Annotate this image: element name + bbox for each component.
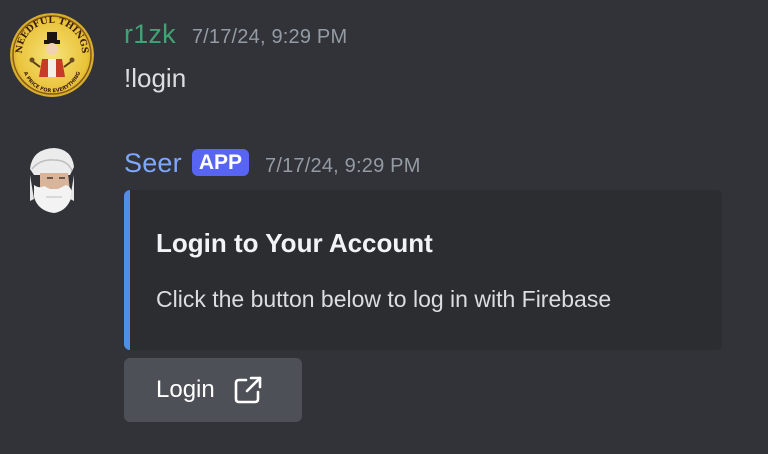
embed-title: Login to Your Account: [156, 228, 433, 258]
external-link-icon: [234, 376, 262, 404]
user-avatar-r1zk[interactable]: NEEDFUL THINGS A PRICE FOR EVERYTHING: [10, 13, 94, 97]
login-button-label: Login: [156, 376, 215, 403]
message-seer: Seer APP 7/17/24, 9:29 PM Login to Your …: [0, 130, 768, 454]
user-avatar-seer[interactable]: [10, 139, 94, 223]
username[interactable]: r1zk: [124, 19, 176, 50]
message-r1zk: NEEDFUL THINGS A PRICE FOR EVERYTHING r1…: [0, 0, 768, 130]
message-header: r1zk 7/17/24, 9:29 PM: [124, 19, 347, 50]
message-header: Seer APP 7/17/24, 9:29 PM: [124, 148, 421, 179]
app-badge: APP: [191, 149, 250, 176]
embed-accent-bar: [124, 190, 130, 350]
message-content: !login: [124, 63, 187, 93]
message-embed: Login to Your Account Click the button b…: [124, 190, 722, 350]
message-timestamp[interactable]: 7/17/24, 9:29 PM: [192, 26, 348, 49]
username[interactable]: Seer: [124, 148, 182, 179]
chat-message-list: NEEDFUL THINGS A PRICE FOR EVERYTHING r1…: [0, 0, 768, 454]
embed-description: Click the button below to log in with Fi…: [156, 286, 612, 312]
needful-things-avatar-icon: NEEDFUL THINGS A PRICE FOR EVERYTHING: [10, 13, 94, 97]
message-timestamp[interactable]: 7/17/24, 9:29 PM: [265, 155, 421, 178]
bearded-man-avatar-icon: [30, 148, 74, 213]
login-button[interactable]: Login: [124, 358, 302, 422]
